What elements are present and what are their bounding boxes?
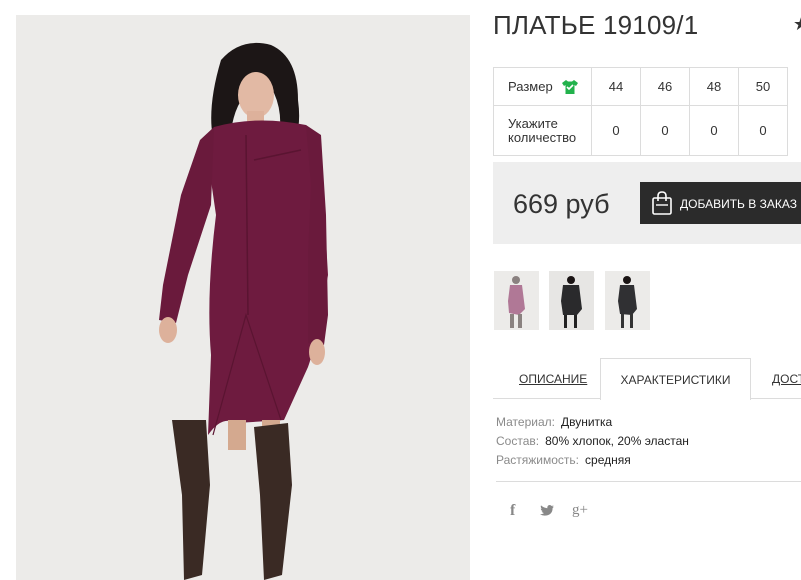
spec-row-composition: Состав: 80% хлопок, 20% эластан — [496, 432, 689, 451]
spec-value: Двунитка — [560, 415, 613, 429]
tab-delivery[interactable]: ДОСТАВКА — [772, 358, 801, 399]
product-price: 669 руб — [513, 189, 610, 219]
model-illustration — [16, 15, 470, 580]
twitter-icon[interactable] — [540, 504, 554, 522]
quantity-label-line1: Укажите — [508, 115, 558, 131]
shirt-icon[interactable] — [562, 80, 579, 94]
facebook-icon[interactable]: f — [510, 502, 515, 520]
thumbnail-2[interactable] — [549, 271, 594, 330]
size-44: 44 — [591, 67, 641, 106]
size-label-cell: Размер — [493, 67, 592, 106]
quantity-input-46[interactable]: 0 — [640, 105, 690, 156]
spec-key: Состав: — [496, 434, 540, 448]
characteristics-list: Материал: Двунитка Состав: 80% хлопок, 20%… — [496, 413, 689, 470]
add-to-cart-button[interactable]: ДОБАВИТЬ В ЗАКАЗ — [640, 182, 801, 224]
spec-value: средняя — [585, 453, 631, 467]
quantity-label-line2: количество — [508, 129, 577, 145]
size-quantity-table: Размер 44 46 48 50 Укажите количество 0 … — [493, 67, 788, 156]
size-48: 48 — [689, 67, 739, 106]
spec-key: Материал: — [496, 415, 555, 429]
tab-characteristics[interactable]: ХАРАКТЕРИСТИКИ — [600, 358, 751, 400]
product-photo[interactable] — [16, 15, 470, 580]
product-title: ПЛАТЬЕ 19109/1 — [493, 10, 699, 40]
tab-bar: ОПИСАНИЕ ХАРАКТЕРИСТИКИ ДОСТАВКА — [493, 358, 801, 400]
shopping-bag-icon — [652, 191, 672, 215]
spec-row-stretch: Растяжимость: средняя — [496, 451, 689, 470]
size-50: 50 — [738, 67, 788, 106]
google-plus-icon[interactable]: g+ — [572, 502, 588, 519]
tab-description[interactable]: ОПИСАНИЕ — [519, 358, 587, 399]
quantity-input-44[interactable]: 0 — [591, 105, 641, 156]
size-46: 46 — [640, 67, 690, 106]
quantity-input-50[interactable]: 0 — [738, 105, 788, 156]
size-label: Размер — [508, 79, 553, 94]
price-panel: 669 руб ДОБАВИТЬ В ЗАКАЗ — [493, 162, 801, 244]
spec-row-material: Материал: Двунитка — [496, 413, 689, 432]
add-to-cart-label: ДОБАВИТЬ В ЗАКАЗ — [680, 197, 797, 211]
quantity-input-48[interactable]: 0 — [689, 105, 739, 156]
star-icon[interactable]: ★ — [793, 14, 801, 35]
spec-value: 80% хлопок, 20% эластан — [545, 434, 689, 448]
spec-key: Растяжимость: — [496, 453, 580, 467]
social-divider — [496, 481, 801, 482]
thumbnail-3[interactable] — [605, 271, 650, 330]
thumbnail-1[interactable] — [494, 271, 539, 330]
quantity-label-cell: Укажите количество — [493, 105, 592, 156]
